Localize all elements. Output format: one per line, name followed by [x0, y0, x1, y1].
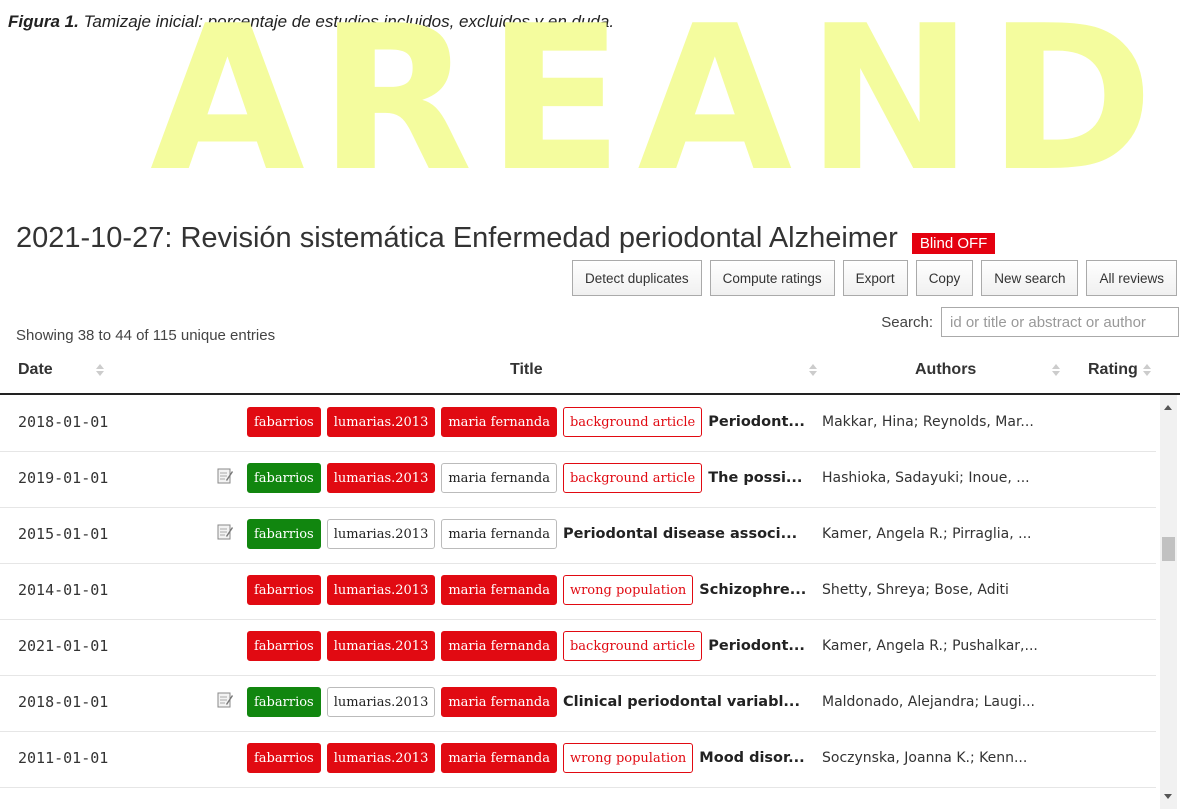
row-authors: Kamer, Angela R.; Pushalkar,... — [822, 638, 1038, 654]
reviewer-tag[interactable]: fabarrios — [247, 519, 321, 549]
reviewer-tag[interactable]: maria fernanda — [441, 463, 557, 493]
export-button[interactable]: Export — [842, 260, 908, 296]
row-authors: Hashioka, Sadayuki; Inoue, ... — [822, 470, 1030, 486]
row-authors: Makkar, Hina; Reynolds, Mar... — [822, 414, 1034, 430]
row-date: 2011-01-01 — [18, 749, 109, 767]
reviewer-tag[interactable]: maria fernanda — [441, 575, 557, 605]
page-title: 2021-10-27: Revisión sistemática Enferme… — [16, 222, 996, 255]
table-body: 2018-01-01 fabarrios lumarias.2013 maria fe… — [0, 395, 1156, 812]
figure-caption-label: Figura 1. — [8, 12, 79, 31]
row-tags: fabarrios lumarias.2013 maria fernanda wron… — [247, 743, 805, 773]
compute-ratings-button[interactable]: Compute ratings — [709, 260, 835, 296]
table-row[interactable]: 2021-01-01 fabarrios lumarias.2013 maria fe… — [0, 619, 1156, 676]
entries-info: Showing 38 to 44 of 115 unique entries — [16, 327, 276, 344]
row-date: 2015-01-01 — [18, 525, 109, 543]
blind-badge[interactable]: Blind OFF — [911, 232, 996, 254]
all-reviews-button[interactable]: All reviews — [1086, 260, 1177, 296]
row-tags: fabarrios lumarias.2013 maria fernanda back… — [247, 407, 805, 437]
row-title[interactable]: Clinical periodontal variabl... — [563, 694, 800, 710]
reviewer-tag[interactable]: wrong population — [562, 575, 694, 605]
column-header-rating[interactable]: Rating — [1088, 361, 1138, 379]
reviewer-tag[interactable]: lumarias.2013 — [326, 687, 436, 717]
search-box: Search: — [881, 307, 1179, 337]
reviewer-tag[interactable]: background article — [562, 407, 703, 437]
row-date: 2018-01-01 — [18, 693, 109, 711]
watermark-logo: AREANDINA — [150, 0, 1180, 200]
scroll-down-arrow-icon[interactable] — [1164, 794, 1172, 799]
row-title[interactable]: Periodontal disease associ... — [563, 526, 797, 542]
reviewer-tag[interactable]: lumarias.2013 — [326, 575, 436, 605]
sort-icon[interactable] — [1052, 364, 1060, 376]
table-row[interactable]: 2019-01-01 fabarrios lumarias.2013 maria fe… — [0, 451, 1156, 508]
reviewer-tag[interactable]: fabarrios — [247, 687, 321, 717]
column-header-authors[interactable]: Authors — [915, 361, 976, 379]
column-header-date[interactable]: Date — [18, 361, 53, 379]
reviewer-tag[interactable]: background article — [562, 463, 703, 493]
reviewer-tag[interactable]: maria fernanda — [441, 687, 557, 717]
table-row[interactable]: 2018-01-01 fabarrios lumarias.2013 maria fe… — [0, 395, 1156, 452]
row-title[interactable]: Periodont... — [708, 414, 805, 430]
reviewer-tag[interactable]: maria fernanda — [441, 743, 557, 773]
reviewer-tag[interactable]: lumarias.2013 — [326, 407, 436, 437]
edit-note-icon[interactable] — [217, 691, 233, 709]
table-row[interactable]: 2011-01-01 fabarrios lumarias.2013 maria fe… — [0, 731, 1156, 788]
edit-note-icon[interactable] — [217, 523, 233, 541]
sort-icon[interactable] — [1143, 364, 1151, 376]
scrollbar-thumb[interactable] — [1162, 537, 1175, 561]
reviewer-tag[interactable]: lumarias.2013 — [326, 631, 436, 661]
row-tags: fabarrios lumarias.2013 maria fernanda Clin… — [247, 687, 800, 717]
reviewer-tag[interactable]: lumarias.2013 — [326, 519, 436, 549]
row-title[interactable]: Mood disor... — [699, 750, 804, 766]
search-label: Search: — [881, 313, 933, 331]
detect-duplicates-button[interactable]: Detect duplicates — [572, 260, 702, 296]
row-date: 2019-01-01 — [18, 469, 109, 487]
row-tags: fabarrios lumarias.2013 maria fernanda wron… — [247, 575, 806, 605]
toolbar: Detect duplicates Compute ratings Export… — [572, 260, 1177, 296]
row-date: 2021-01-01 — [18, 637, 109, 655]
row-title[interactable]: Periodont... — [708, 638, 805, 654]
reviewer-tag[interactable]: maria fernanda — [441, 631, 557, 661]
search-input[interactable] — [941, 307, 1179, 337]
new-search-button[interactable]: New search — [981, 260, 1079, 296]
sort-icon[interactable] — [809, 364, 817, 376]
edit-note-icon[interactable] — [217, 467, 233, 485]
row-authors: Shetty, Shreya; Bose, Aditi — [822, 582, 1009, 598]
row-title[interactable]: Schizophre... — [699, 582, 806, 598]
reviewer-tag[interactable]: fabarrios — [247, 575, 321, 605]
reviewer-tag[interactable]: lumarias.2013 — [326, 463, 436, 493]
table-row[interactable]: 2018-01-01 fabarrios lumarias.2013 maria fe… — [0, 675, 1156, 732]
reviewer-tag[interactable]: fabarrios — [247, 407, 321, 437]
row-date: 2014-01-01 — [18, 581, 109, 599]
row-tags: fabarrios lumarias.2013 maria fernanda back… — [247, 463, 802, 493]
copy-button[interactable]: Copy — [915, 260, 974, 296]
reviewer-tag[interactable]: lumarias.2013 — [326, 743, 436, 773]
scroll-up-arrow-icon[interactable] — [1164, 405, 1172, 410]
reviewer-tag[interactable]: wrong population — [562, 743, 694, 773]
page-title-text: 2021-10-27: Revisión sistemática Enferme… — [16, 222, 898, 254]
table-row[interactable]: 2014-01-01 fabarrios lumarias.2013 maria fe… — [0, 563, 1156, 620]
reviewer-tag[interactable]: fabarrios — [247, 631, 321, 661]
reviewer-tag[interactable]: background article — [562, 631, 703, 661]
row-authors: Kamer, Angela R.; Pirraglia, ... — [822, 526, 1032, 542]
row-title[interactable]: The possi... — [708, 470, 802, 486]
row-tags: fabarrios lumarias.2013 maria fernanda back… — [247, 631, 805, 661]
row-tags: fabarrios lumarias.2013 maria fernanda Peri… — [247, 519, 797, 549]
reviewer-tag[interactable]: maria fernanda — [441, 407, 557, 437]
column-header-title[interactable]: Title — [510, 361, 543, 379]
table-header: Date Title Authors Rating — [0, 353, 1180, 395]
reviewer-tag[interactable]: fabarrios — [247, 743, 321, 773]
row-date: 2018-01-01 — [18, 413, 109, 431]
sort-icon[interactable] — [96, 364, 104, 376]
table-row[interactable]: 2015-01-01 fabarrios lumarias.2013 maria fe… — [0, 507, 1156, 564]
row-authors: Soczynska, Joanna K.; Kenn... — [822, 750, 1028, 766]
row-authors: Maldonado, Alejandra; Laugi... — [822, 694, 1035, 710]
scrollbar[interactable] — [1160, 395, 1177, 809]
reviewer-tag[interactable]: maria fernanda — [441, 519, 557, 549]
reviewer-tag[interactable]: fabarrios — [247, 463, 321, 493]
